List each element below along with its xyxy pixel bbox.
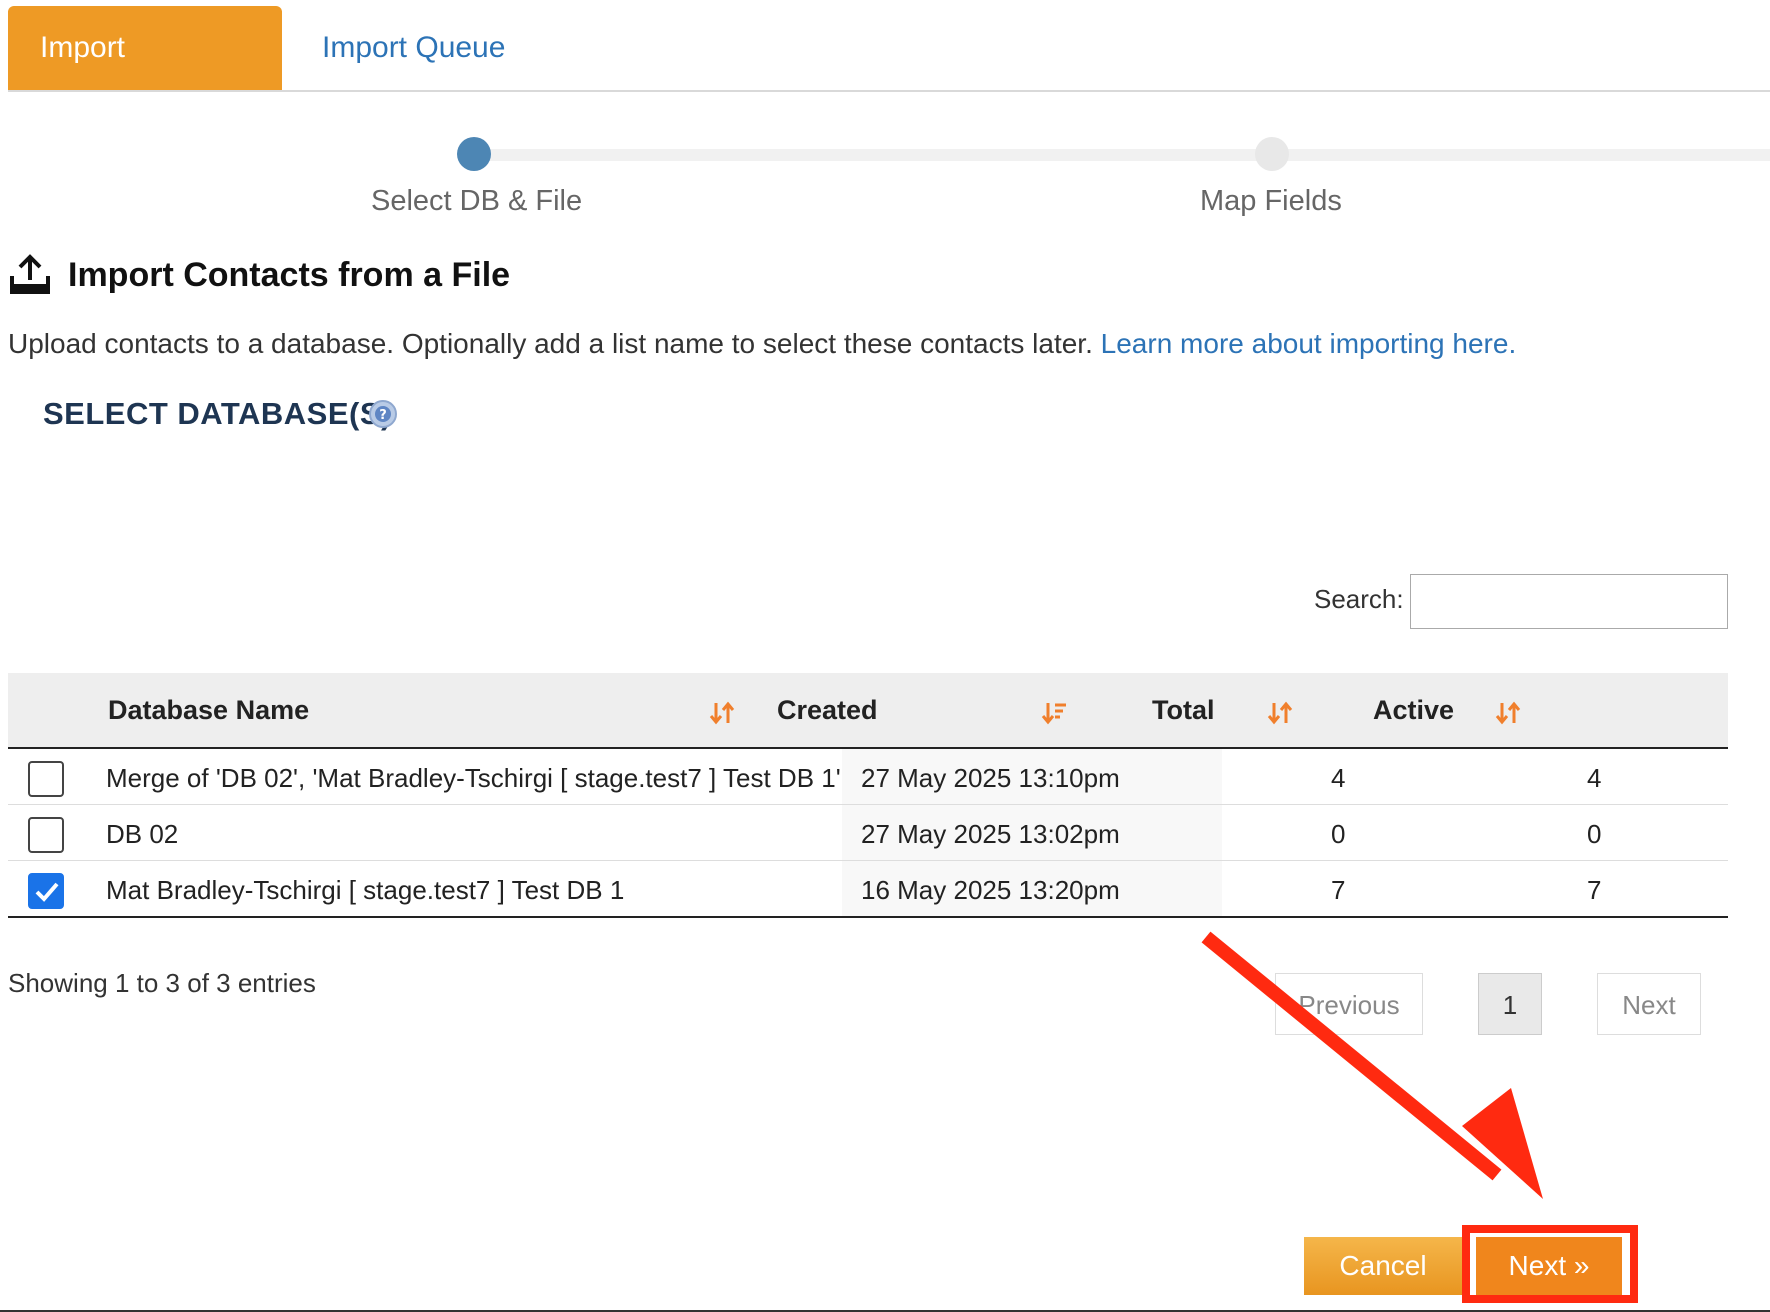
stepper-track (474, 149, 1770, 161)
tab-bar: Import Contacts Import Queue (8, 6, 1770, 148)
active-cell: 7 (1587, 875, 1602, 905)
step-2-indicator (1255, 137, 1289, 171)
search-input[interactable] (1410, 574, 1728, 629)
database-name-cell: Mat Bradley-Tschirgi [ stage.test7 ] Tes… (106, 875, 625, 905)
tab-import-contacts[interactable]: Import Contacts (8, 6, 282, 148)
upload-icon (10, 254, 50, 294)
page-title: Import Contacts from a File (68, 256, 511, 294)
description-text: Upload contacts to a database. Optionall… (8, 328, 1093, 359)
column-header-active[interactable]: Active (1373, 695, 1454, 726)
database-name-cell: Merge of 'DB 02', 'Mat Bradley-Tschirgi … (106, 763, 841, 793)
table-info: Showing 1 to 3 of 3 entries (8, 968, 316, 998)
table-row[interactable]: Mat Bradley-Tschirgi [ stage.test7 ] Tes… (8, 861, 1728, 918)
total-cell: 0 (1331, 819, 1346, 849)
tab-import-queue[interactable]: Import Queue (290, 6, 537, 90)
sort-icon[interactable] (708, 699, 736, 727)
sort-icon[interactable] (1494, 699, 1522, 727)
step-1-label: Select DB & File (371, 185, 583, 217)
select-databases-heading: SELECT DATABASE(S) (43, 396, 392, 431)
svg-text:?: ? (379, 408, 387, 423)
total-cell: 7 (1331, 875, 1346, 905)
learn-more-link[interactable]: Learn more about importing here. (1101, 328, 1517, 359)
created-cell: 27 May 2025 13:10pm (861, 763, 1120, 793)
table-row[interactable]: Merge of 'DB 02', 'Mat Bradley-Tschirgi … (8, 749, 1728, 805)
next-page-button[interactable]: Next (1597, 973, 1701, 1035)
table-row[interactable]: DB 02 27 May 2025 13:02pm 0 0 (8, 805, 1728, 861)
search-label: Search: (1314, 584, 1404, 614)
step-1-indicator (457, 137, 491, 171)
sort-icon[interactable] (1266, 699, 1294, 727)
previous-page-button[interactable]: Previous (1275, 973, 1423, 1035)
created-cell: 16 May 2025 13:20pm (861, 875, 1120, 905)
database-name-cell: DB 02 (106, 819, 179, 849)
column-header-database-name[interactable]: Database Name (108, 695, 309, 726)
help-icon[interactable]: ? (368, 399, 398, 429)
checkmark-icon (35, 882, 59, 902)
active-cell: 0 (1587, 819, 1602, 849)
page-1-button[interactable]: 1 (1478, 973, 1542, 1035)
annotation-arrow (1201, 931, 1543, 1199)
total-cell: 4 (1331, 763, 1346, 793)
column-header-created[interactable]: Created (777, 695, 878, 726)
table-header: Database Name Created Total Active (8, 673, 1728, 749)
created-cell: 27 May 2025 13:02pm (861, 819, 1120, 849)
cancel-button[interactable]: Cancel (1304, 1237, 1462, 1295)
column-header-total[interactable]: Total (1152, 695, 1215, 726)
row-checkbox-checked[interactable] (28, 873, 64, 909)
next-button[interactable]: Next » (1476, 1237, 1622, 1295)
row-checkbox[interactable] (28, 817, 64, 853)
active-cell: 4 (1587, 763, 1602, 793)
step-2-label: Map Fields (1200, 185, 1342, 217)
section-description: Upload contacts to a database. Optionall… (8, 328, 1516, 360)
sort-descending-icon[interactable] (1040, 699, 1068, 727)
row-checkbox[interactable] (28, 761, 64, 797)
